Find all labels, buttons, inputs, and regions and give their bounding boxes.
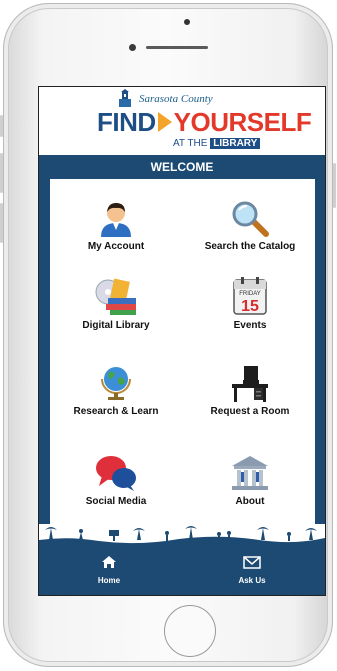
beach-silhouette-banner: [39, 524, 325, 549]
tab-bar: Home Ask Us: [39, 549, 325, 595]
tile-social-media[interactable]: Social Media: [56, 454, 176, 507]
tile-label: Research & Learn: [73, 406, 159, 417]
tile-label: About: [235, 496, 265, 507]
tile-search-catalog[interactable]: Search the Catalog: [190, 201, 310, 252]
welcome-bar: WELCOME: [39, 155, 325, 179]
library-logo: Sarasota County FIND YOURSELF AT THE LIBR…: [39, 87, 325, 153]
home-icon: [102, 556, 116, 568]
logo-at-the-text: AT THE: [173, 138, 208, 149]
menu-grid: My Account Search the Catalog Digital Li…: [39, 179, 325, 549]
logo-county-text: Sarasota County: [139, 93, 213, 105]
logo-wordmark: FIND YOURSELF: [97, 107, 312, 138]
person-icon: [101, 203, 131, 237]
library-building-icon: [232, 456, 268, 490]
tile-label: Search the Catalog: [204, 241, 296, 252]
mute-switch: [0, 115, 3, 137]
tab-ask-us[interactable]: Ask Us: [217, 555, 287, 585]
globe-icon: [101, 367, 131, 400]
tab-label: Home: [97, 576, 121, 585]
books-disc-icon: [95, 278, 136, 315]
logo-yourself-text: YOURSELF: [173, 107, 312, 137]
beach-scene-icon: [39, 524, 325, 549]
logo-subtitle: AT THE LIBRARY: [173, 138, 261, 149]
tab-home[interactable]: Home: [74, 555, 144, 585]
tile-events[interactable]: FRIDAY 15 Events: [190, 276, 310, 331]
tile-label: Request a Room: [210, 406, 290, 417]
power-button: [333, 163, 336, 208]
home-hardware-button[interactable]: [164, 605, 216, 657]
earpiece-speaker: [146, 46, 208, 49]
calendar-date-text: 15: [241, 298, 259, 315]
tile-my-account[interactable]: My Account: [56, 201, 176, 252]
tab-label: Ask Us: [238, 576, 266, 585]
logo-library-text: LIBRARY: [210, 138, 261, 149]
calendar-icon: FRIDAY 15: [233, 277, 267, 315]
tile-label: My Account: [87, 241, 145, 252]
desk-chair-icon: [232, 366, 268, 402]
front-camera: [184, 19, 190, 25]
tile-about[interactable]: About: [190, 454, 310, 507]
tile-label: Events: [233, 320, 267, 331]
volume-up-button: [0, 153, 3, 193]
app-screen: Sarasota County FIND YOURSELF AT THE LIBR…: [38, 86, 326, 596]
tile-research-learn[interactable]: Research & Learn: [56, 364, 176, 417]
logo-arrow-icon: [157, 112, 172, 133]
tile-label: Digital Library: [82, 320, 150, 331]
proximity-sensor: [129, 44, 136, 51]
tile-request-room[interactable]: Request a Room: [190, 364, 310, 417]
tile-digital-library[interactable]: Digital Library: [56, 276, 176, 331]
logo-find-text: FIND: [97, 107, 156, 137]
library-tower-icon: [119, 89, 131, 107]
volume-down-button: [0, 203, 3, 243]
magnifier-icon: [232, 201, 269, 237]
envelope-icon: [243, 556, 261, 569]
calendar-day-text: FRIDAY: [239, 291, 261, 297]
menu-panel: My Account Search the Catalog Digital Li…: [39, 179, 325, 549]
tile-label: Social Media: [85, 496, 147, 507]
speech-bubbles-icon: [96, 456, 136, 491]
